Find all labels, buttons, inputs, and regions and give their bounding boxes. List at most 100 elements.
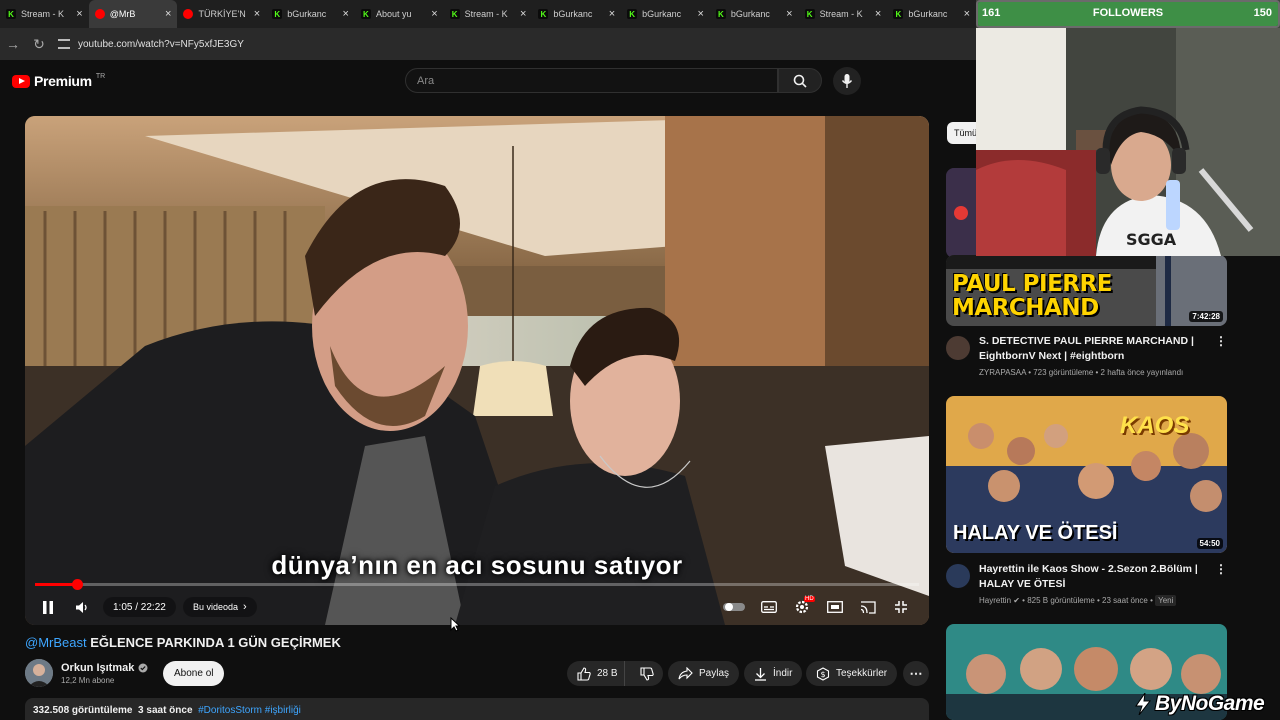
channel-name[interactable]: Orkun Işıtmak — [61, 662, 134, 674]
time-display: 1:05 / 22:22 — [103, 597, 176, 617]
recommendation-thumbnail[interactable]: PAUL PIERRE MARCHAND 7:42:28 — [946, 255, 1227, 326]
address-bar: → ↻ youtube.com/watch?v=NFy5xfJE3GY — [0, 28, 976, 60]
video-title-text: EĞLENCE PARKINDA 1 GÜN GEÇİRMEK — [90, 635, 341, 650]
browser-tab[interactable]: K Stream - K × — [799, 0, 888, 28]
svg-text:SGGA: SGGA — [1126, 230, 1177, 249]
browser-tab-label: Stream - K — [819, 9, 863, 19]
search-button[interactable] — [778, 68, 822, 93]
browser-tab[interactable]: KbGurkanc × — [621, 0, 710, 28]
recommendation-item[interactable]: Hayrettin ile Kaos Show - 2.Sezon 2.Bölü… — [946, 562, 1227, 612]
channel-avatar[interactable] — [25, 659, 53, 687]
channel-avatar[interactable] — [946, 336, 970, 360]
browser-tab-label: @MrB — [109, 9, 136, 19]
recommendation-thumbnail[interactable]: KAOS HALAY VE ÖTESİ 54:50 — [946, 396, 1227, 553]
new-badge: Yeni — [1155, 595, 1177, 606]
chapter-button[interactable]: Bu videoda › — [183, 597, 257, 617]
channel-info: Orkun Işıtmak 12,2 Mn abone — [25, 659, 148, 687]
close-tab-icon[interactable]: × — [964, 8, 970, 20]
close-tab-icon[interactable]: × — [520, 8, 526, 20]
search-placeholder: Ara — [417, 74, 435, 87]
mention-link[interactable]: @MrBeast — [25, 635, 87, 650]
recommendation-title[interactable]: S. DETECTIVE PAUL PIERRE MARCHAND | Eigh… — [979, 334, 1209, 364]
channel-avatar[interactable] — [946, 564, 970, 588]
streamer-watermark: ByNoGame — [1133, 692, 1265, 716]
settings-button[interactable]: HD — [790, 596, 815, 618]
kick-favicon-icon: K — [627, 9, 638, 19]
cast-icon — [860, 600, 876, 614]
kick-favicon-icon: K — [538, 9, 549, 19]
browser-tab[interactable]: K Stream - K × — [0, 0, 89, 28]
recommendation-title[interactable]: Hayrettin ile Kaos Show - 2.Sezon 2.Bölü… — [979, 562, 1209, 592]
youtube-favicon-icon — [94, 9, 105, 19]
autoplay-toggle[interactable] — [722, 596, 746, 618]
more-vertical-icon[interactable]: ⋮ — [1215, 562, 1227, 576]
browser-tab[interactable]: K Stream - K × — [444, 0, 533, 28]
close-tab-icon[interactable]: × — [875, 8, 881, 20]
close-tab-icon[interactable]: × — [76, 8, 82, 20]
cast-button[interactable] — [857, 596, 879, 618]
close-tab-icon[interactable]: × — [697, 8, 703, 20]
close-tab-icon[interactable]: × — [786, 8, 792, 20]
reload-icon[interactable]: ↻ — [26, 36, 52, 53]
fullscreen-button[interactable] — [890, 596, 912, 618]
browser-tab[interactable]: KbGurkanc × — [532, 0, 621, 28]
thumbnail-text: HALAY VE ÖTESİ — [953, 522, 1118, 544]
hashtags[interactable]: #DoritosStorm #işbirliği — [198, 705, 301, 716]
volume-button[interactable] — [71, 596, 93, 618]
like-button[interactable]: 28 B — [567, 661, 626, 686]
description-box[interactable]: 332.508 görüntüleme 3 saat önce #Doritos… — [25, 698, 929, 720]
kick-favicon-icon: K — [360, 9, 371, 19]
hd-badge: HD — [804, 596, 815, 602]
site-settings-icon[interactable] — [58, 39, 70, 49]
webcam-overlay: SGGA — [976, 0, 1280, 256]
download-label: İndir — [773, 668, 793, 679]
close-tab-icon[interactable]: × — [431, 8, 437, 20]
kick-favicon-icon: K — [272, 9, 283, 19]
recommendation-item[interactable]: S. DETECTIVE PAUL PIERRE MARCHAND | Eigh… — [946, 334, 1227, 384]
subtitles-button[interactable] — [758, 596, 780, 618]
dislike-button[interactable] — [631, 661, 663, 686]
more-vertical-icon[interactable]: ⋮ — [1215, 334, 1227, 348]
more-actions-button[interactable]: ⋯ — [903, 661, 929, 686]
pause-button[interactable] — [37, 596, 59, 618]
followers-goal-bar: 161 FOLLOWERS 150 — [976, 0, 1280, 28]
recommendation-channel[interactable]: Hayrettin — [979, 596, 1011, 605]
video-player[interactable]: dünya’nın en acı sosunu satıyor 1:05 / 2… — [25, 116, 929, 625]
recommendation-stats: 723 görüntüleme • 2 hafta önce yayınland… — [1033, 368, 1184, 377]
browser-tab-label: bGurkanc — [553, 9, 593, 19]
youtube-logo[interactable]: Premium TR — [12, 73, 105, 89]
share-button[interactable]: Paylaş — [668, 661, 740, 686]
progress-bar[interactable] — [35, 579, 919, 590]
svg-text:$: $ — [820, 670, 825, 679]
back-icon[interactable]: → — [0, 36, 26, 52]
miniplayer-button[interactable] — [824, 596, 846, 618]
kick-favicon-icon: K — [893, 9, 904, 19]
like-dislike-group: 28 B — [567, 661, 663, 686]
logo-text: Premium — [34, 73, 92, 89]
url-field[interactable]: youtube.com/watch?v=NFy5xfJE3GY — [58, 39, 244, 50]
subscribe-label: Abone ol — [174, 668, 214, 679]
search-input[interactable]: Ara — [405, 68, 778, 93]
subscribe-button[interactable]: Abone ol — [163, 661, 225, 686]
voice-search-button[interactable] — [833, 67, 861, 95]
browser-tab[interactable]: KbGurkanc × — [887, 0, 976, 28]
close-tab-icon[interactable]: × — [609, 8, 615, 20]
browser-tab-label: bGurkanc — [642, 9, 682, 19]
recommendation-channel[interactable]: ZYRAPASAA — [979, 368, 1026, 377]
youtube-header: Premium TR Ara — [0, 60, 976, 104]
browser-tab[interactable]: KbGurkanc × — [266, 0, 355, 28]
browser-tab[interactable]: TÜRKİYE'N × — [177, 0, 266, 28]
download-button[interactable]: İndir — [744, 661, 803, 686]
youtube-favicon-icon — [183, 9, 194, 19]
browser-tab[interactable]: KbGurkanc × — [710, 0, 799, 28]
share-label: Paylaş — [699, 668, 730, 679]
caption-text: dünya’nın en acı sosunu satıyor — [271, 550, 683, 580]
browser-tab[interactable]: @MrB × — [88, 0, 178, 28]
browser-tab-strip: K Stream - K × @MrB × TÜRKİYE'N × KbGurkanc × K Ab… — [0, 0, 976, 28]
thanks-button[interactable]: $ Teşekkürler — [806, 661, 898, 686]
browser-tab-label: Stream - K — [464, 9, 508, 19]
close-tab-icon[interactable]: × — [343, 8, 349, 20]
browser-tab[interactable]: K About yu × — [355, 0, 444, 28]
close-tab-icon[interactable]: × — [254, 8, 260, 20]
close-tab-icon[interactable]: × — [165, 8, 171, 20]
